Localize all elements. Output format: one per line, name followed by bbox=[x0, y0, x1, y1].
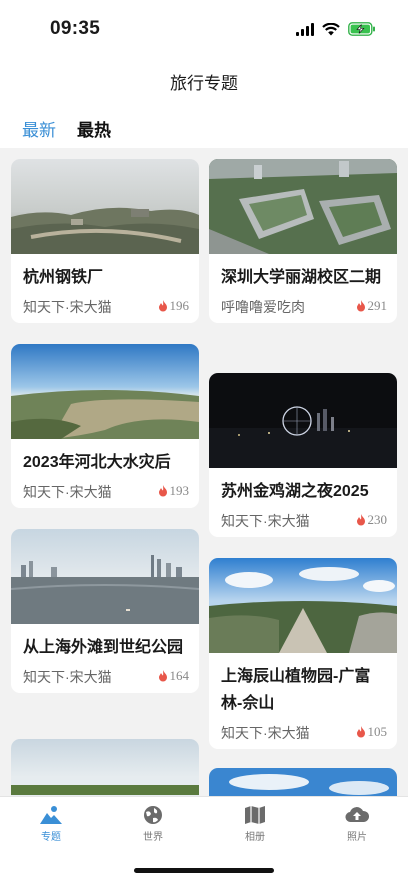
battery-charging-icon bbox=[348, 22, 375, 36]
landscape-icon bbox=[40, 806, 62, 824]
botanical-garden-panorama-image bbox=[209, 558, 397, 653]
wifi-icon bbox=[322, 22, 340, 35]
flame-icon bbox=[356, 300, 365, 312]
card-likes: 105 bbox=[356, 724, 388, 740]
flame-icon bbox=[356, 514, 365, 526]
tab-hottest[interactable]: 最热 bbox=[77, 116, 111, 141]
card-like-count: 291 bbox=[367, 298, 388, 313]
card-meta: 知天下·宋大猫 193 bbox=[11, 478, 199, 508]
tabbar-label: 相册 bbox=[245, 832, 265, 843]
flame-icon bbox=[158, 485, 167, 497]
field-panorama-image bbox=[11, 739, 199, 796]
card-meta: 呼噜噜爱吃肉 291 bbox=[209, 293, 397, 323]
card-like-count: 196 bbox=[169, 298, 190, 313]
sort-tabs: 最新 最热 bbox=[0, 108, 408, 148]
card-likes: 164 bbox=[158, 668, 190, 684]
card-title: 苏州金鸡湖之夜2025 bbox=[221, 483, 369, 500]
card-author: 知天下·宋大猫 bbox=[221, 725, 310, 741]
card-title: 杭州钢铁厂 bbox=[23, 269, 104, 286]
card-title: 2023年河北大水灾后 bbox=[23, 454, 171, 471]
card-meta: 知天下·宋大猫 196 bbox=[11, 293, 199, 323]
industrial-panorama-image bbox=[11, 159, 199, 254]
card-meta: 知天下·宋大猫 164 bbox=[11, 663, 199, 693]
status-bar: 09:35 bbox=[0, 0, 408, 62]
tabbar-photos[interactable]: 照片 bbox=[306, 805, 408, 843]
bottom-tab-bar: 专题 世界 相册 照片 bbox=[0, 796, 408, 883]
tabbar-label: 照片 bbox=[347, 832, 367, 843]
card-like-count: 164 bbox=[169, 668, 190, 683]
home-indicator[interactable] bbox=[134, 868, 274, 873]
status-time: 09:35 bbox=[50, 18, 101, 39]
night-lake-ferris-wheel-image bbox=[209, 373, 397, 468]
topic-card[interactable]: 苏州金鸡湖之夜2025 知天下·宋大猫 230 bbox=[209, 373, 397, 537]
flood-river-panorama-image bbox=[11, 344, 199, 439]
card-author: 知天下·宋大猫 bbox=[23, 484, 112, 500]
topic-card[interactable]: 从上海外滩到世纪公园 知天下·宋大猫 164 bbox=[11, 529, 199, 693]
topic-card[interactable]: 上海辰山植物园-广富林-佘山 知天下·宋大猫 105 bbox=[209, 558, 397, 749]
topic-card[interactable] bbox=[11, 739, 199, 796]
status-icons bbox=[296, 22, 376, 36]
tabbar-label: 世界 bbox=[143, 832, 163, 843]
card-meta: 知天下·宋大猫 230 bbox=[209, 507, 397, 537]
map-icon bbox=[245, 806, 265, 824]
card-author: 知天下·宋大猫 bbox=[221, 513, 310, 529]
campus-aerial-image bbox=[209, 159, 397, 254]
card-likes: 196 bbox=[158, 298, 190, 314]
card-meta: 知天下·宋大猫 105 bbox=[209, 719, 397, 749]
tabbar-world[interactable]: 世界 bbox=[102, 805, 204, 843]
flame-icon bbox=[158, 670, 167, 682]
card-author: 知天下·宋大猫 bbox=[23, 669, 112, 685]
globe-icon bbox=[144, 806, 162, 824]
card-like-count: 193 bbox=[169, 483, 190, 498]
card-title: 深圳大学丽湖校区二期 bbox=[221, 269, 382, 286]
card-likes: 291 bbox=[356, 298, 388, 314]
card-title: 上海辰山植物园-广富林-佘山 bbox=[221, 668, 371, 712]
card-title: 从上海外滩到世纪公园 bbox=[23, 639, 184, 656]
card-likes: 230 bbox=[356, 512, 388, 528]
tab-latest[interactable]: 最新 bbox=[22, 116, 56, 141]
topic-card[interactable]: 深圳大学丽湖校区二期 呼噜噜爱吃肉 291 bbox=[209, 159, 397, 323]
tabbar-topics[interactable]: 专题 bbox=[0, 805, 102, 843]
topic-card[interactable]: 杭州钢铁厂 知天下·宋大猫 196 bbox=[11, 159, 199, 323]
shanghai-skyline-panorama-image bbox=[11, 529, 199, 624]
tabbar-label: 专题 bbox=[41, 832, 61, 843]
page-title: 旅行专题 bbox=[0, 62, 408, 108]
card-like-count: 230 bbox=[367, 512, 388, 527]
cellular-signal-icon bbox=[296, 22, 314, 36]
card-like-count: 105 bbox=[367, 724, 388, 739]
card-author: 知天下·宋大猫 bbox=[23, 299, 112, 315]
card-likes: 193 bbox=[158, 483, 190, 499]
flame-icon bbox=[158, 300, 167, 312]
topic-card[interactable]: 2023年河北大水灾后 知天下·宋大猫 193 bbox=[11, 344, 199, 508]
card-author: 呼噜噜爱吃肉 bbox=[221, 299, 305, 315]
topic-grid: 杭州钢铁厂 知天下·宋大猫 196 深圳大学丽湖校区二期 呼噜噜爱吃肉 291 … bbox=[0, 148, 408, 796]
sky-panorama-image bbox=[209, 768, 397, 796]
flame-icon bbox=[356, 726, 365, 738]
topic-card[interactable] bbox=[209, 768, 397, 796]
tabbar-albums[interactable]: 相册 bbox=[204, 805, 306, 843]
cloud-upload-icon bbox=[345, 807, 369, 823]
